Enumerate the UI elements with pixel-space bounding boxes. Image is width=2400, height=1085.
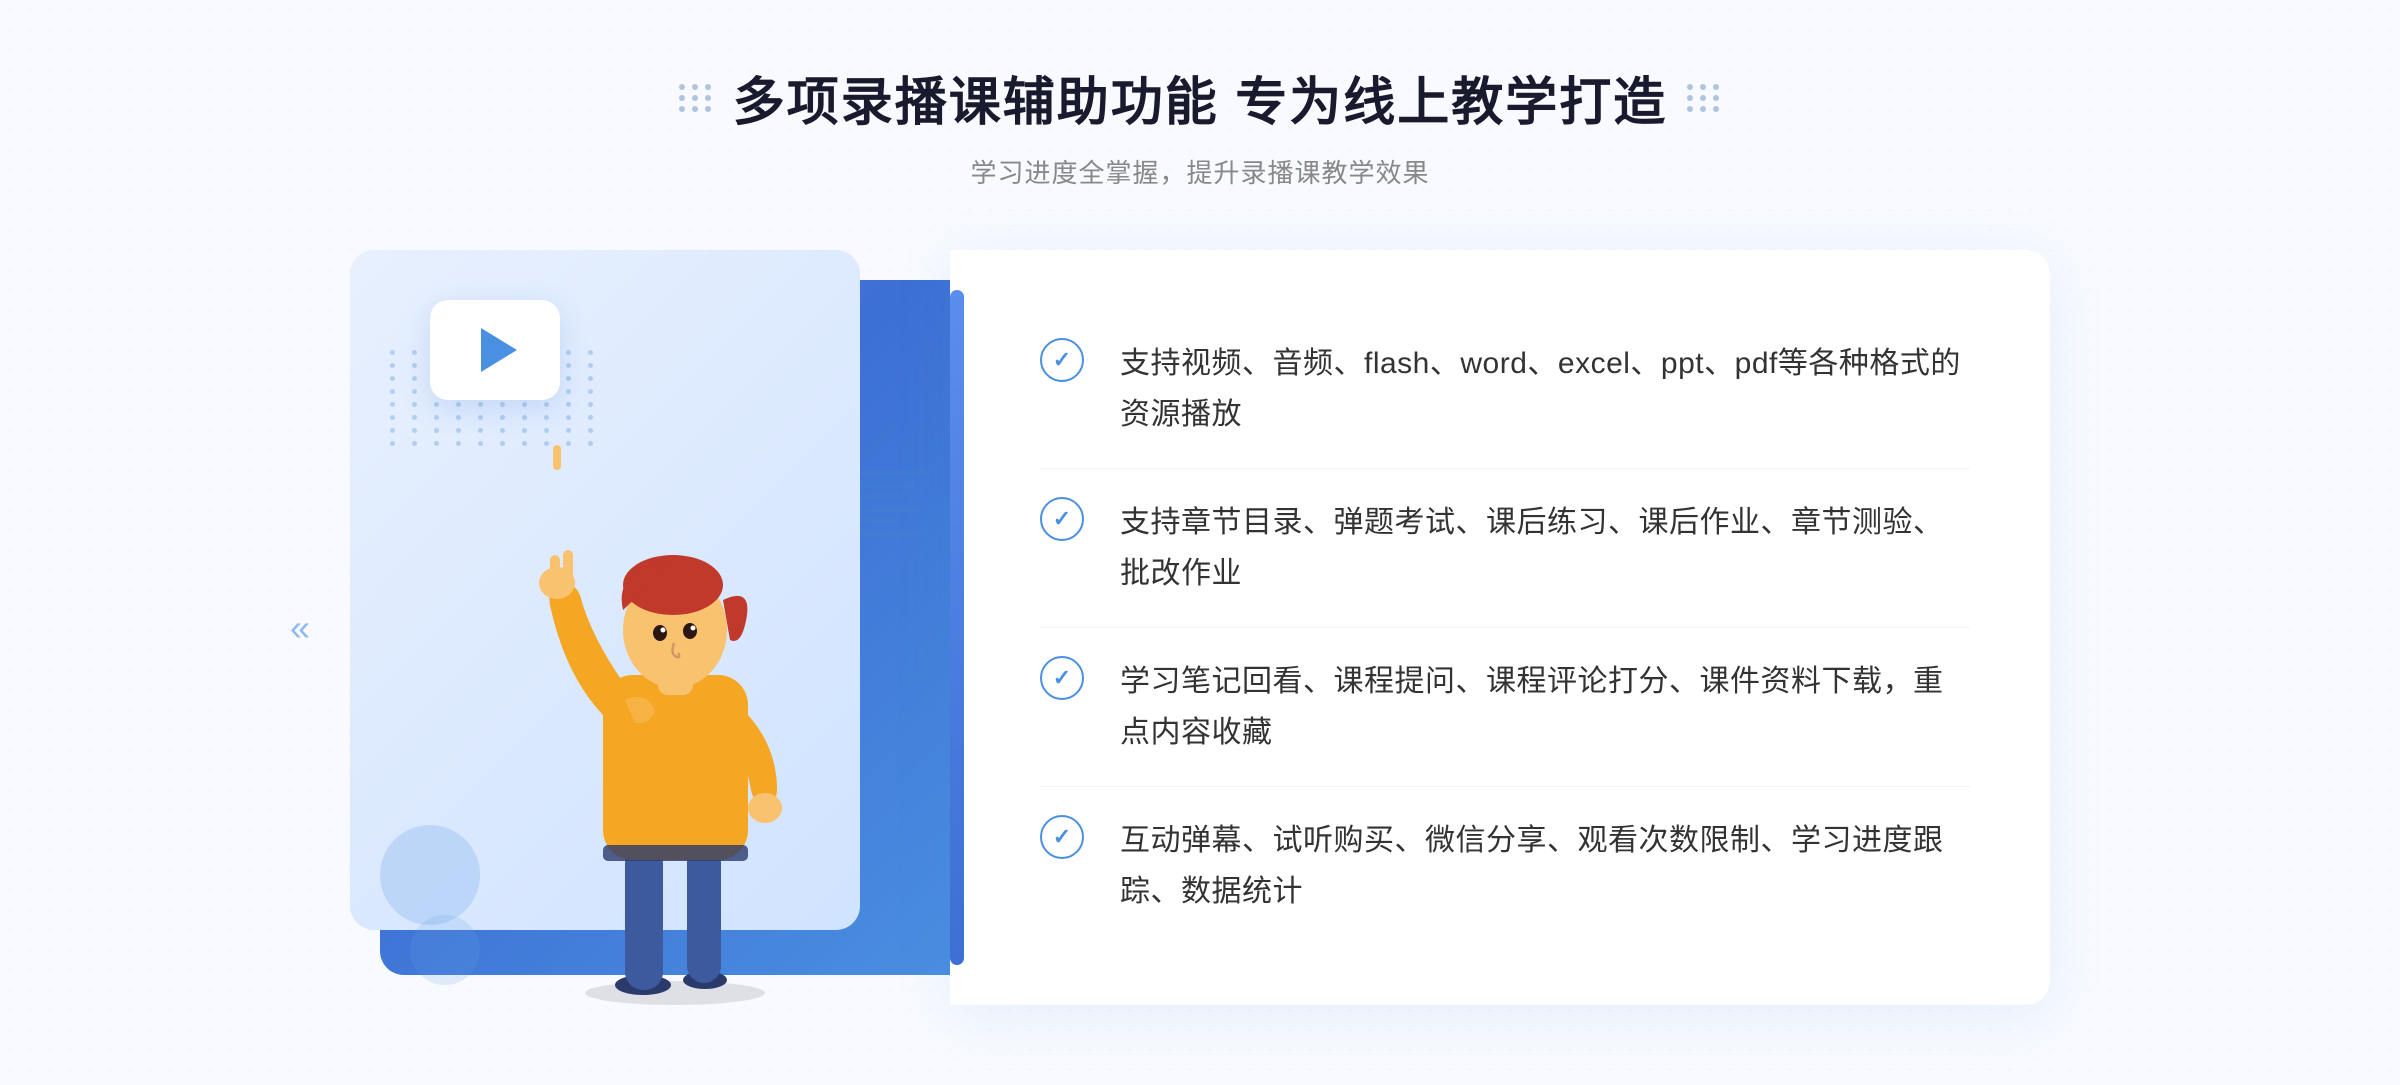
feature-item-4: 互动弹幕、试听购买、微信分享、观看次数限制、学习进度跟踪、数据统计 [1040,787,1970,945]
feature-text-3: 学习笔记回看、课程提问、课程评论打分、课件资料下载，重点内容收藏 [1120,656,1970,758]
person-svg [495,445,855,1005]
check-icon-4 [1040,815,1084,859]
blue-tab-decoration [950,290,964,965]
content-area: « [350,250,2050,1005]
feature-text-1: 支持视频、音频、flash、word、excel、ppt、pdf等各种格式的资源… [1120,338,1970,440]
left-dots-decoration [679,84,713,112]
subtitle: 学习进度全掌握，提升录播课教学效果 [679,153,1721,190]
title-row: 多项录播课辅助功能 专为线上教学打造 [679,60,1721,135]
figure-illustration [400,425,950,1005]
feature-text-4: 互动弹幕、试听购买、微信分享、观看次数限制、学习进度跟踪、数据统计 [1120,815,1970,917]
main-title: 多项录播课辅助功能 专为线上教学打造 [733,60,1667,135]
page-container: 多项录播课辅助功能 专为线上教学打造 学习进度全掌握，提升录播课教学效果 « [0,0,2400,1085]
page-header: 多项录播课辅助功能 专为线上教学打造 学习进度全掌握，提升录播课教学效果 [679,60,1721,190]
check-icon-1 [1040,338,1084,382]
feature-item-1: 支持视频、音频、flash、word、excel、ppt、pdf等各种格式的资源… [1040,310,1970,469]
right-dots-decoration [1687,84,1721,112]
feature-item-2: 支持章节目录、弹题考试、课后练习、课后作业、章节测验、批改作业 [1040,469,1970,628]
feature-item-3: 学习笔记回看、课程提问、课程评论打分、课件资料下载，重点内容收藏 [1040,628,1970,787]
illustration-wrap [350,250,950,1005]
play-icon [481,328,517,372]
features-panel: 支持视频、音频、flash、word、excel、ppt、pdf等各种格式的资源… [950,250,2050,1005]
check-icon-2 [1040,497,1084,541]
left-navigation-arrows[interactable]: « [290,607,310,649]
feature-text-2: 支持章节目录、弹题考试、课后练习、课后作业、章节测验、批改作业 [1120,497,1970,599]
check-icon-3 [1040,656,1084,700]
video-bubble[interactable] [430,300,560,400]
